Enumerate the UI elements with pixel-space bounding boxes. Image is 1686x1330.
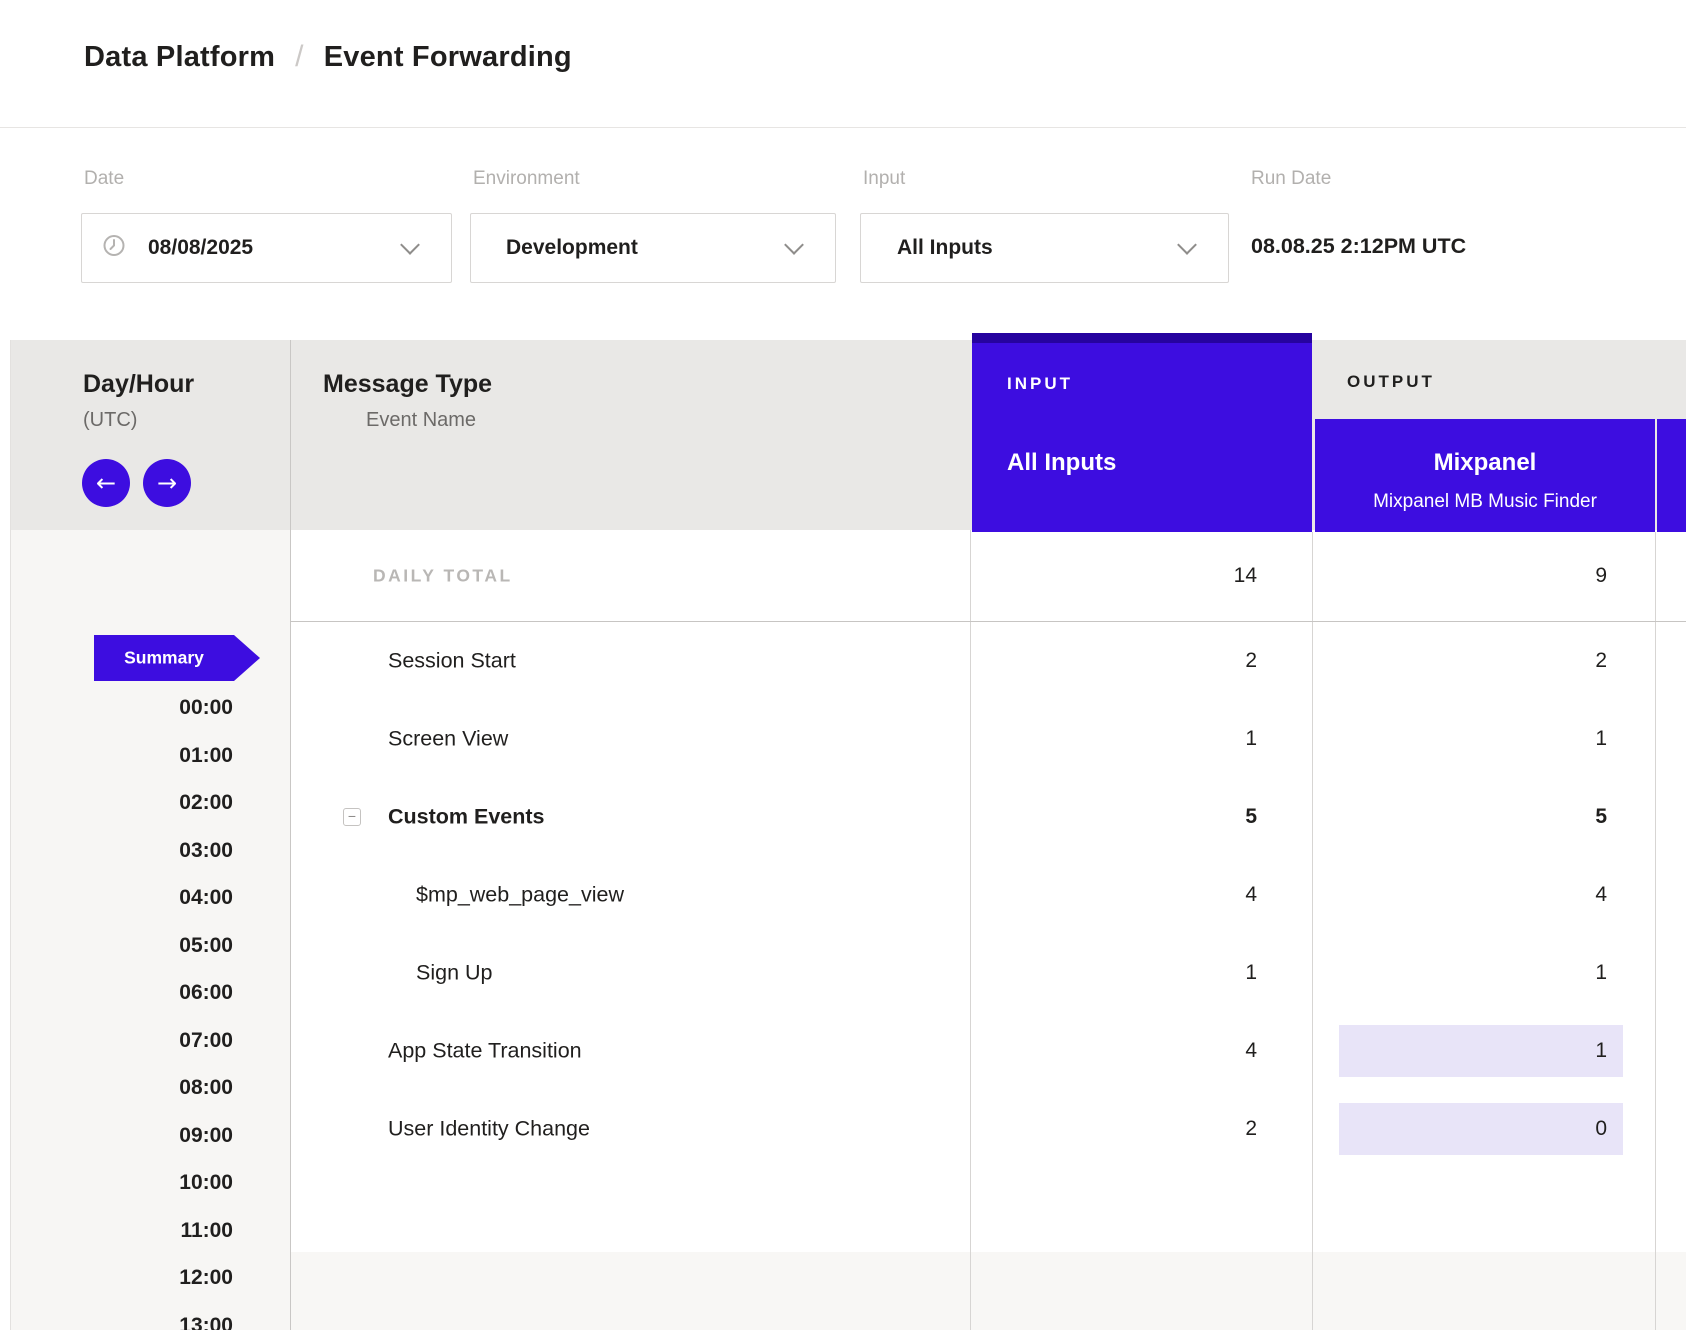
hour-row-10[interactable]: 10:00: [10, 1171, 233, 1195]
daily-total-row: DAILY TOTAL 14 9: [290, 530, 1686, 622]
row-input-value: 1: [1245, 961, 1257, 985]
chevron-down-icon: [1177, 235, 1197, 255]
event-forwarding-page: Data Platform / Event Forwarding Date En…: [0, 0, 1686, 1330]
chevron-down-icon: [784, 235, 804, 255]
hour-row-04[interactable]: 04:00: [10, 886, 233, 910]
next-day-button[interactable]: →: [143, 459, 191, 507]
row-label: Custom Events: [388, 805, 545, 830]
input-filter-label: Input: [863, 168, 905, 190]
table-row-screen-view: Screen View 1 1: [290, 700, 1686, 778]
row-output-value: 4: [1595, 883, 1607, 907]
row-input-value: 4: [1245, 1039, 1257, 1063]
hour-row-03[interactable]: 03:00: [10, 839, 233, 863]
output-discrepancy-highlight: [1339, 1103, 1623, 1155]
input-column-name: All Inputs: [1007, 449, 1116, 477]
row-input-value: 1: [1245, 727, 1257, 751]
event-name-subheader: Event Name: [366, 409, 476, 432]
table-row-app-state-transition: App State Transition 4 1: [290, 1012, 1686, 1090]
top-bar: Data Platform / Event Forwarding: [0, 0, 1686, 128]
body-footer-area: [290, 1252, 1686, 1330]
row-input-value: 2: [1245, 649, 1257, 673]
input-column-header[interactable]: INPUT All Inputs: [972, 333, 1312, 532]
row-input-value: 5: [1245, 805, 1257, 829]
arrow-right-icon: →: [157, 469, 177, 497]
output-column-header-mixpanel[interactable]: Mixpanel Mixpanel MB Music Finder: [1315, 419, 1655, 532]
hour-row-11[interactable]: 11:00: [10, 1219, 233, 1243]
input-column-accent-strip: [972, 333, 1312, 343]
row-input-value: 2: [1245, 1117, 1257, 1141]
message-type-header: Message Type: [323, 370, 492, 399]
input-select-value: All Inputs: [897, 236, 993, 260]
row-input-value: 4: [1245, 883, 1257, 907]
row-output-value: 1: [1595, 1039, 1607, 1063]
date-select-value: 08/08/2025: [148, 236, 253, 260]
date-filter-label: Date: [84, 168, 124, 190]
table-row-session-start: Session Start 2 2: [290, 622, 1686, 700]
daily-total-input-value: 14: [1234, 564, 1257, 588]
chevron-down-icon: [400, 235, 420, 255]
table-row-mp-web-page-view: $mp_web_page_view 4 4: [290, 856, 1686, 934]
hour-row-00[interactable]: 00:00: [10, 696, 233, 720]
row-label: User Identity Change: [388, 1117, 590, 1142]
hour-row-12[interactable]: 12:00: [10, 1266, 233, 1290]
table-row-custom-events: − Custom Events 5 5: [290, 778, 1686, 856]
hour-row-01[interactable]: 01:00: [10, 744, 233, 768]
arrow-left-icon: ←: [96, 469, 116, 497]
hour-row-02[interactable]: 02:00: [10, 791, 233, 815]
row-output-value: 2: [1595, 649, 1607, 673]
breadcrumb: Data Platform / Event Forwarding: [84, 40, 572, 74]
table-row-sign-up: Sign Up 1 1: [290, 934, 1686, 1012]
input-select[interactable]: All Inputs: [860, 213, 1229, 283]
hour-row-06[interactable]: 06:00: [10, 981, 233, 1005]
summary-label: Summary: [94, 648, 234, 669]
day-hour-header: Day/Hour: [83, 370, 194, 399]
run-date-label: Run Date: [1251, 168, 1331, 190]
hour-row-05[interactable]: 05:00: [10, 934, 233, 958]
row-label: Screen View: [388, 727, 508, 752]
hour-row-07[interactable]: 07:00: [10, 1029, 233, 1053]
page-title: Event Forwarding: [324, 41, 572, 74]
environment-select-value: Development: [506, 236, 638, 260]
prev-day-button[interactable]: ←: [82, 459, 130, 507]
day-hour-subheader: (UTC): [83, 409, 137, 432]
collapse-minus-icon[interactable]: −: [343, 808, 361, 826]
environment-select[interactable]: Development: [470, 213, 836, 283]
breadcrumb-section[interactable]: Data Platform: [84, 41, 275, 74]
table-row-user-identity-change: User Identity Change 2 0: [290, 1090, 1686, 1168]
clock-icon: [102, 234, 126, 263]
output-discrepancy-highlight: [1339, 1025, 1623, 1077]
row-label: Session Start: [388, 649, 516, 674]
daily-total-output-value: 9: [1595, 564, 1607, 588]
row-output-value: 5: [1595, 805, 1607, 829]
breadcrumb-separator: /: [295, 40, 304, 74]
row-output-value: 0: [1595, 1117, 1607, 1141]
output-column-header-next-partial[interactable]: [1657, 419, 1686, 532]
run-date-value: 08.08.25 2:12PM UTC: [1251, 234, 1466, 259]
row-output-value: 1: [1595, 727, 1607, 751]
input-group-label: INPUT: [1007, 374, 1073, 394]
summary-row-selector[interactable]: Summary: [94, 635, 234, 681]
date-select[interactable]: 08/08/2025: [81, 213, 452, 283]
output-column-name: Mixpanel: [1315, 449, 1655, 477]
row-output-value: 1: [1595, 961, 1607, 985]
summary-arrow-tip: [234, 635, 260, 681]
hour-row-08[interactable]: 08:00: [10, 1076, 233, 1100]
row-label: Sign Up: [416, 961, 493, 986]
output-group-label: OUTPUT: [1347, 372, 1435, 392]
row-label: $mp_web_page_view: [416, 883, 624, 908]
environment-filter-label: Environment: [473, 168, 580, 190]
hour-row-09[interactable]: 09:00: [10, 1124, 233, 1148]
daily-total-label: DAILY TOTAL: [373, 565, 513, 586]
hour-row-13[interactable]: 13:00: [10, 1314, 233, 1330]
output-column-subtitle: Mixpanel MB Music Finder: [1315, 491, 1655, 513]
row-label: App State Transition: [388, 1039, 582, 1064]
